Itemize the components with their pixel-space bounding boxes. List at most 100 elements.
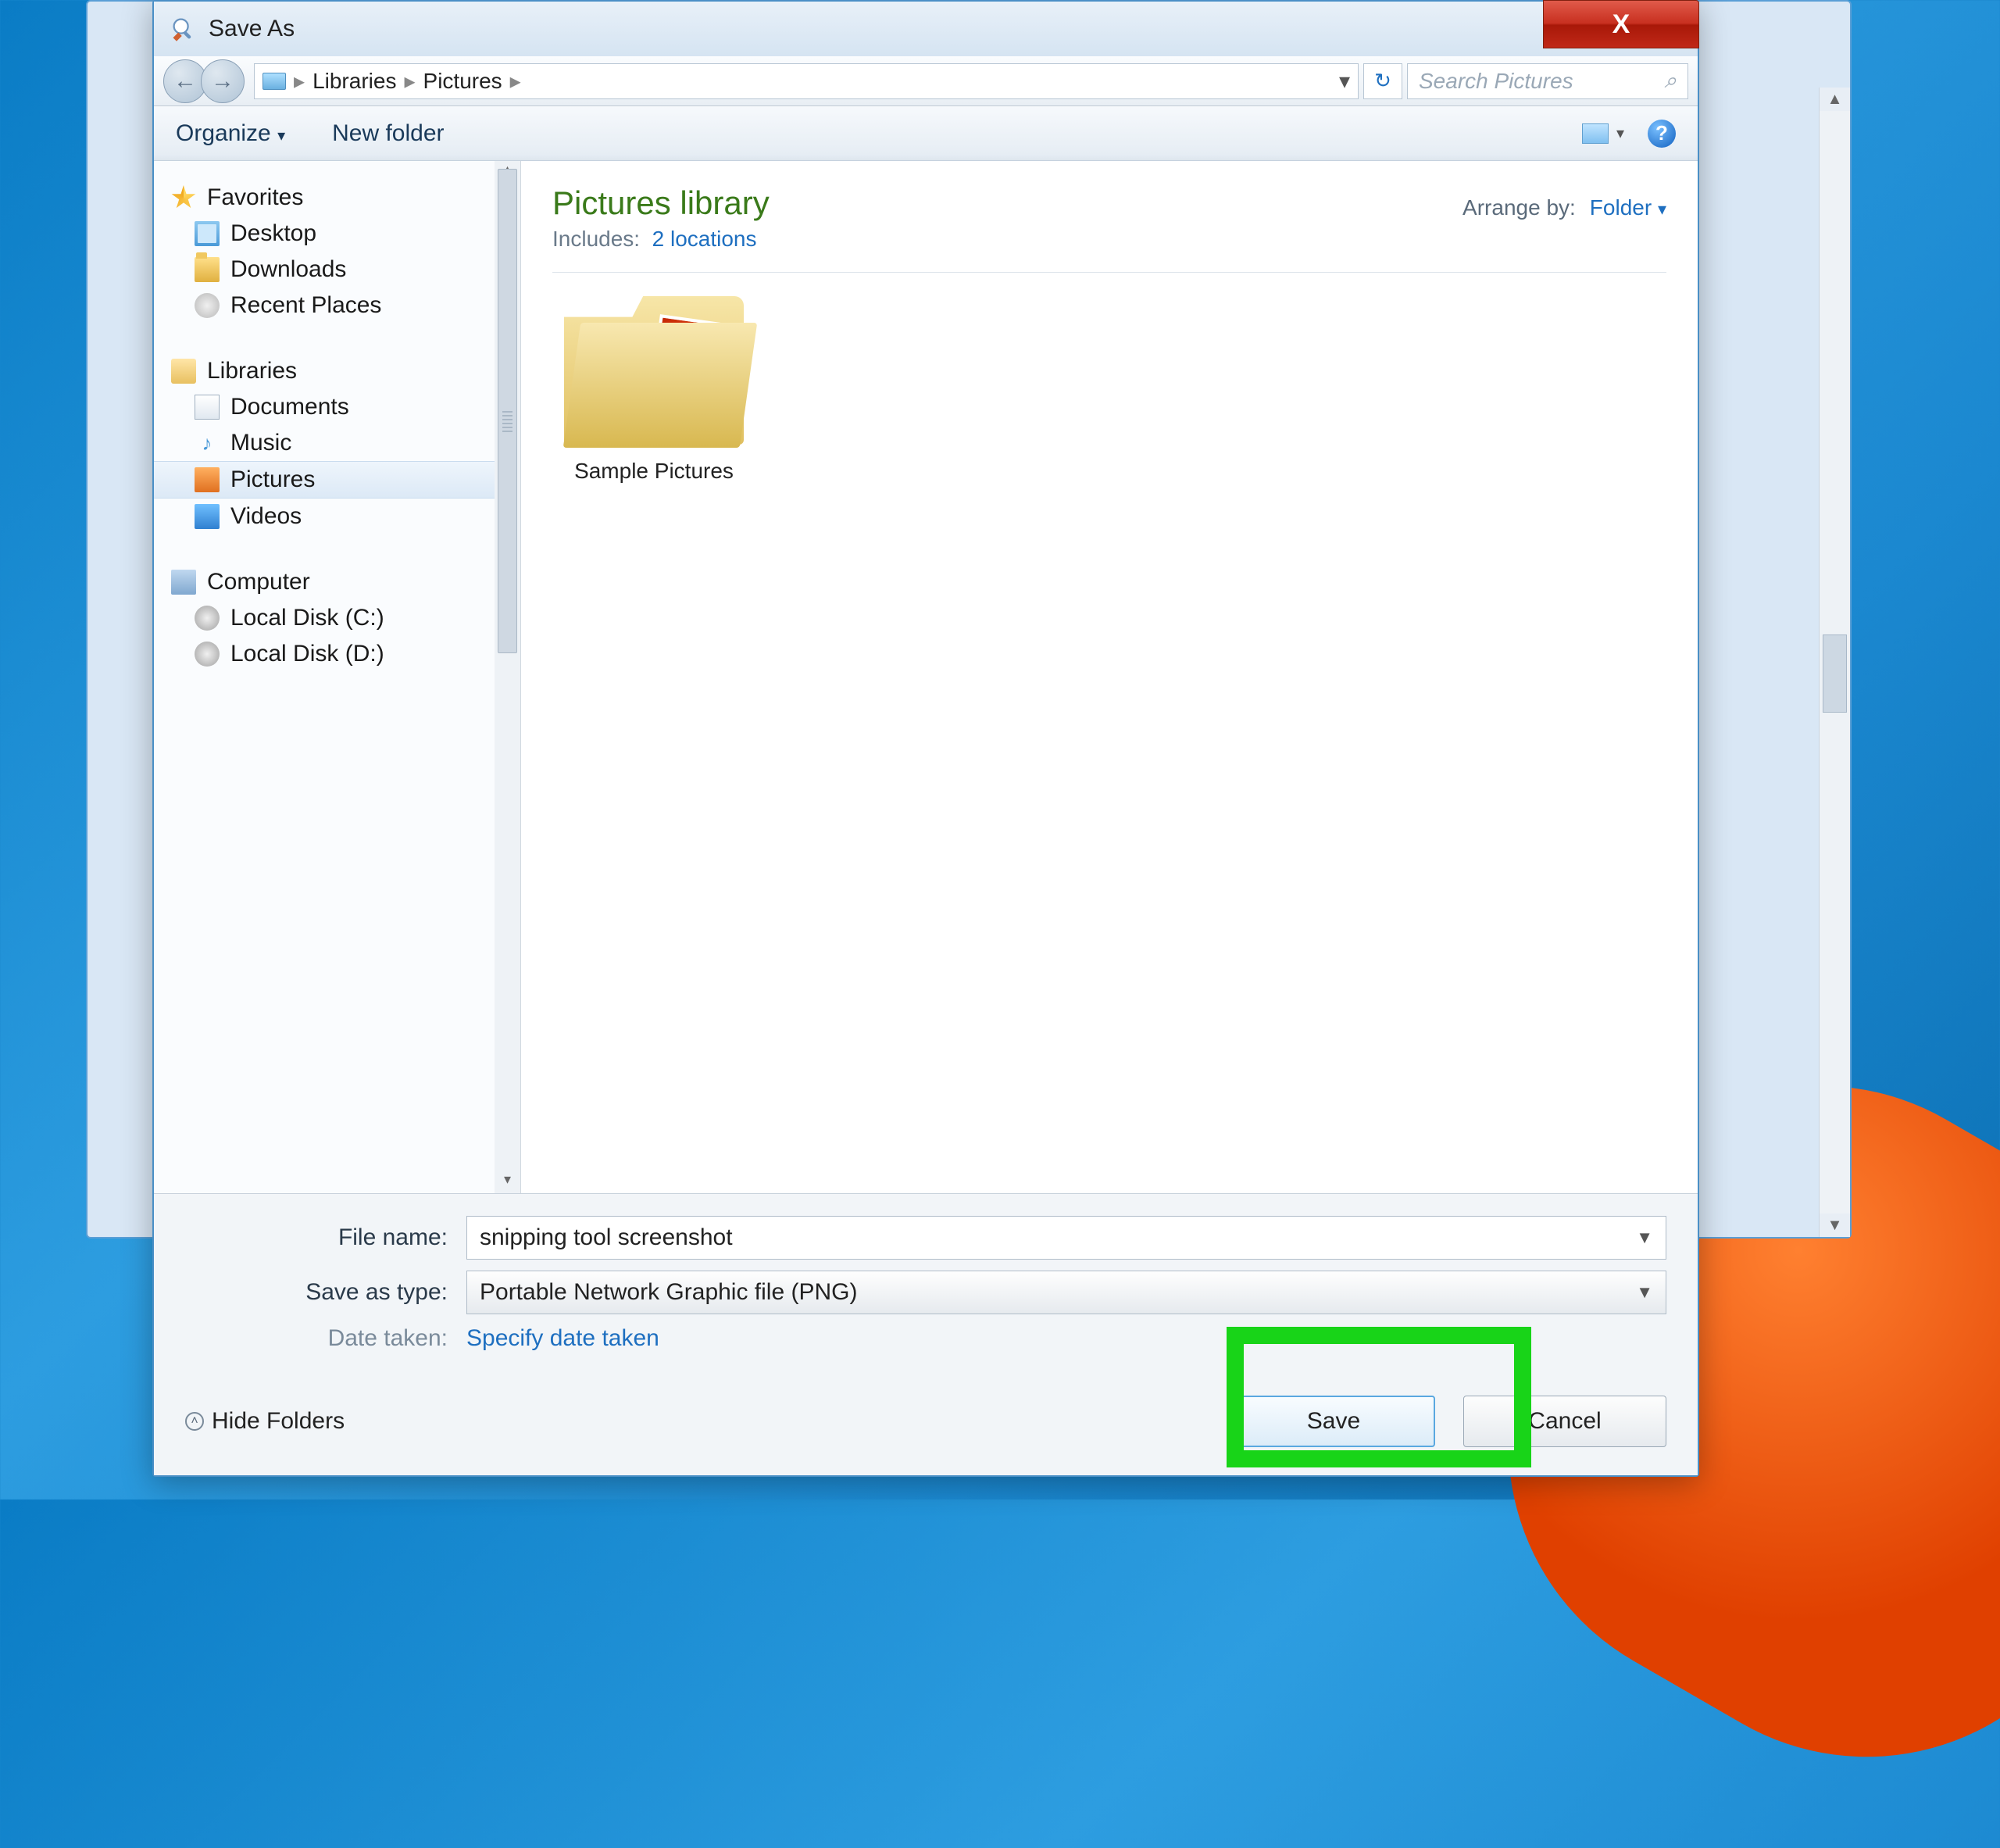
filename-input[interactable]: snipping tool screenshot ▼ bbox=[466, 1216, 1666, 1260]
titlebar[interactable]: Save As X bbox=[154, 2, 1698, 56]
cancel-button[interactable]: Cancel bbox=[1463, 1396, 1666, 1447]
breadcrumb[interactable]: ▸ Libraries ▸ Pictures ▸ ▾ bbox=[254, 63, 1359, 99]
sidebar-item-desktop[interactable]: Desktop bbox=[154, 216, 495, 252]
save-button[interactable]: Save bbox=[1232, 1396, 1435, 1447]
filetype-label: Save as type: bbox=[185, 1279, 466, 1306]
toolbar: Organize ▾ New folder ▾ ? bbox=[154, 106, 1698, 161]
background-window-scrollbar[interactable]: ▲ ▼ bbox=[1819, 88, 1850, 1237]
scroll-up-icon[interactable]: ▲ bbox=[1820, 88, 1850, 111]
date-taken-link[interactable]: Specify date taken bbox=[466, 1325, 659, 1352]
sidebar-favorites[interactable]: Favorites bbox=[154, 180, 495, 216]
sidebar-item-label: Pictures bbox=[230, 466, 315, 493]
sidebar-item-label: Videos bbox=[230, 503, 302, 530]
search-icon: ⌕ bbox=[1664, 68, 1677, 94]
file-list-pane[interactable]: Pictures library Includes: 2 locations A… bbox=[521, 161, 1698, 1193]
forward-button[interactable]: → bbox=[201, 59, 245, 103]
chevron-down-icon[interactable]: ▼ bbox=[1636, 1228, 1653, 1248]
chevron-down-icon: ▾ bbox=[277, 127, 285, 145]
scroll-thumb[interactable] bbox=[1823, 634, 1847, 713]
sidebar-item-label: Documents bbox=[230, 394, 349, 420]
disk-icon bbox=[195, 606, 220, 631]
sidebar-item-music[interactable]: ♪ Music bbox=[154, 425, 495, 461]
folder-item-sample-pictures[interactable]: Sample Pictures bbox=[552, 296, 755, 484]
sidebar-item-recent[interactable]: Recent Places bbox=[154, 288, 495, 323]
sidebar-group-label: Computer bbox=[207, 569, 310, 595]
desktop-icon bbox=[195, 221, 220, 246]
sidebar-computer[interactable]: Computer bbox=[154, 564, 495, 600]
pictures-icon bbox=[195, 467, 220, 492]
computer-icon bbox=[171, 570, 196, 595]
divider bbox=[552, 272, 1666, 273]
breadcrumb-item[interactable]: Libraries bbox=[312, 69, 396, 94]
chevron-down-icon[interactable]: ▼ bbox=[1636, 1282, 1653, 1303]
save-button-label: Save bbox=[1307, 1408, 1360, 1435]
chevron-right-icon[interactable]: ▸ bbox=[510, 68, 521, 94]
arrange-label: Arrange by: bbox=[1462, 195, 1576, 220]
search-input[interactable]: Search Pictures ⌕ bbox=[1407, 63, 1688, 99]
search-placeholder: Search Pictures bbox=[1419, 69, 1573, 94]
close-button[interactable]: X bbox=[1543, 0, 1699, 48]
libraries-icon bbox=[171, 359, 196, 384]
folder-icon bbox=[195, 257, 220, 282]
cancel-button-label: Cancel bbox=[1528, 1408, 1601, 1435]
sidebar-item-pictures[interactable]: Pictures bbox=[154, 461, 495, 499]
sidebar-group-label: Libraries bbox=[207, 358, 297, 384]
sidebar-libraries[interactable]: Libraries bbox=[154, 353, 495, 389]
videos-icon bbox=[195, 504, 220, 529]
scroll-grip bbox=[502, 411, 512, 434]
sidebar-item-label: Music bbox=[230, 430, 291, 456]
window-title: Save As bbox=[209, 16, 295, 42]
library-subtitle: Includes: 2 locations bbox=[552, 227, 770, 252]
save-as-dialog: Save As X ← → ▸ Libraries ▸ Pictures ▸ ▾… bbox=[152, 0, 1699, 1477]
chevron-right-icon[interactable]: ▸ bbox=[404, 68, 415, 94]
refresh-button[interactable]: ↻ bbox=[1363, 63, 1402, 99]
help-button[interactable]: ? bbox=[1648, 120, 1676, 148]
date-taken-label: Date taken: bbox=[185, 1325, 466, 1352]
address-bar: ← → ▸ Libraries ▸ Pictures ▸ ▾ ↻ Search … bbox=[154, 56, 1698, 106]
sidebar-group-label: Favorites bbox=[207, 184, 303, 211]
scroll-down-icon[interactable]: ▼ bbox=[1820, 1214, 1850, 1237]
filetype-value: Portable Network Graphic file (PNG) bbox=[480, 1279, 858, 1306]
dialog-footer: ˄ Hide Folders Save Cancel bbox=[154, 1375, 1698, 1475]
app-icon bbox=[170, 15, 198, 43]
star-icon bbox=[171, 185, 196, 210]
history-dropdown-icon[interactable]: ▾ bbox=[1339, 68, 1350, 94]
sidebar-item-disk-d[interactable]: Local Disk (D:) bbox=[154, 636, 495, 672]
sidebar-item-videos[interactable]: Videos bbox=[154, 499, 495, 534]
chevron-down-icon: ▾ bbox=[1658, 199, 1666, 219]
sidebar-item-label: Local Disk (D:) bbox=[230, 641, 384, 667]
sidebar-item-label: Downloads bbox=[230, 256, 346, 283]
folder-icon bbox=[564, 296, 744, 445]
sidebar-item-label: Desktop bbox=[230, 220, 316, 247]
location-icon bbox=[262, 73, 286, 90]
sidebar-item-downloads[interactable]: Downloads bbox=[154, 252, 495, 288]
hide-folders-label: Hide Folders bbox=[212, 1408, 345, 1435]
music-icon: ♪ bbox=[195, 431, 220, 456]
sidebar-item-label: Local Disk (C:) bbox=[230, 605, 384, 631]
views-icon bbox=[1582, 123, 1609, 144]
arrange-by[interactable]: Arrange by: Folder ▾ bbox=[1462, 195, 1666, 220]
library-title: Pictures library bbox=[552, 184, 770, 222]
sidebar-item-disk-c[interactable]: Local Disk (C:) bbox=[154, 600, 495, 636]
documents-icon bbox=[195, 395, 220, 420]
filename-label: File name: bbox=[185, 1224, 466, 1251]
navigation-pane: Favorites Desktop Downloads Recent Place… bbox=[154, 161, 495, 1193]
filetype-select[interactable]: Portable Network Graphic file (PNG) ▼ bbox=[466, 1271, 1666, 1314]
new-folder-button[interactable]: New folder bbox=[332, 120, 444, 147]
filename-value: snipping tool screenshot bbox=[480, 1224, 733, 1251]
back-icon: ← bbox=[173, 68, 197, 95]
organize-menu[interactable]: Organize ▾ bbox=[176, 120, 285, 147]
chevron-right-icon[interactable]: ▸ bbox=[294, 68, 305, 94]
collapse-icon: ˄ bbox=[185, 1412, 204, 1431]
chevron-down-icon: ▾ bbox=[1616, 123, 1624, 143]
refresh-icon: ↻ bbox=[1374, 69, 1391, 93]
views-button[interactable]: ▾ bbox=[1582, 123, 1624, 144]
sidebar-item-documents[interactable]: Documents bbox=[154, 389, 495, 425]
locations-link[interactable]: 2 locations bbox=[652, 227, 757, 251]
breadcrumb-item[interactable]: Pictures bbox=[423, 69, 502, 94]
folder-item-label: Sample Pictures bbox=[552, 459, 755, 484]
scroll-down-icon[interactable]: ▾ bbox=[495, 1171, 520, 1193]
hide-folders-toggle[interactable]: ˄ Hide Folders bbox=[185, 1408, 345, 1435]
sidebar-scrollbar[interactable]: ▴ ▾ bbox=[495, 161, 521, 1193]
arrange-value[interactable]: Folder ▾ bbox=[1590, 195, 1666, 220]
